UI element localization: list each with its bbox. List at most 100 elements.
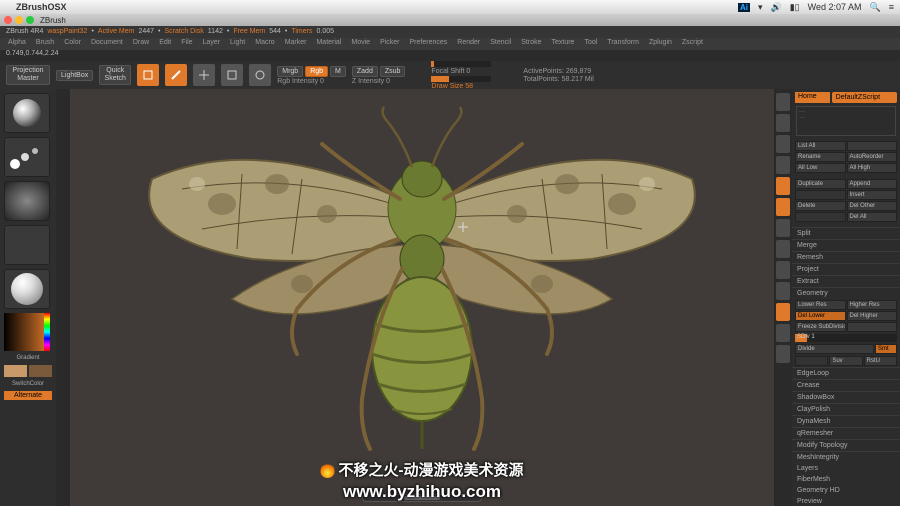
- geoop-claypolish[interactable]: ClayPolish: [792, 403, 900, 415]
- spotlight-icon[interactable]: 🔍: [870, 2, 881, 13]
- menu-movie[interactable]: Movie: [351, 39, 370, 49]
- shelf-polyf-icon[interactable]: [776, 324, 790, 342]
- menu-stencil[interactable]: Stencil: [490, 39, 511, 49]
- section-fibermesh[interactable]: FiberMesh: [792, 474, 900, 485]
- shelf-transp-icon[interactable]: [776, 345, 790, 363]
- menu-draw[interactable]: Draw: [133, 39, 149, 49]
- volume-icon[interactable]: 🔊: [771, 2, 782, 13]
- geoop-dynamesh[interactable]: DynaMesh: [792, 415, 900, 427]
- geo-del-higher[interactable]: Del Higher: [847, 311, 898, 321]
- rotate-mode-icon[interactable]: [249, 64, 271, 86]
- section-preview[interactable]: Preview: [792, 496, 900, 506]
- projection-master-button[interactable]: Projection Master: [6, 65, 50, 85]
- menu-extra-icon[interactable]: ≡: [889, 2, 894, 12]
- zsub-button[interactable]: Zsub: [380, 66, 406, 77]
- zscript-header[interactable]: DefaultZScript: [832, 92, 897, 103]
- menu-layer[interactable]: Layer: [203, 39, 221, 49]
- geo-lower-res[interactable]: Lower Res: [795, 300, 846, 310]
- dup-duplicate[interactable]: Duplicate: [795, 179, 846, 189]
- color-picker[interactable]: [4, 313, 50, 351]
- menu-color[interactable]: Color: [64, 39, 81, 49]
- shelf-persp-icon[interactable]: [776, 114, 790, 132]
- subtool-autoreorder[interactable]: AutoReorder: [847, 152, 898, 162]
- geometry-header[interactable]: Geometry: [792, 287, 900, 299]
- scale-mode-icon[interactable]: [221, 64, 243, 86]
- texture-thumbnail[interactable]: [4, 225, 50, 265]
- smt-button[interactable]: Smt: [875, 344, 897, 354]
- shelf-bpr-icon[interactable]: [776, 93, 790, 111]
- menu-zscript[interactable]: Zscript: [682, 39, 703, 49]
- edit-mode-icon[interactable]: [137, 64, 159, 86]
- shelf-frame-icon[interactable]: [776, 177, 790, 195]
- subtool-rename[interactable]: Rename: [795, 152, 846, 162]
- menu-render[interactable]: Render: [457, 39, 480, 49]
- geoop-shadowbox[interactable]: ShadowBox: [792, 391, 900, 403]
- canvas-viewport[interactable]: 不移之火-动漫游戏美术资源 www.byzhihuo.com: [70, 89, 774, 506]
- menu-picker[interactable]: Picker: [380, 39, 399, 49]
- sdiv-slider[interactable]: SDiv 1: [795, 334, 897, 342]
- rgb-intensity-slider[interactable]: Rgb Intensity 0: [277, 78, 346, 85]
- dup-del-all[interactable]: Del All: [847, 212, 898, 222]
- battery-icon[interactable]: ▮▯: [790, 2, 800, 13]
- geoop-qremesher[interactable]: qRemesher: [792, 427, 900, 439]
- geo-del-lower[interactable]: Del Lower: [795, 311, 846, 321]
- op-extract[interactable]: Extract: [792, 275, 900, 287]
- minimize-icon[interactable]: [15, 16, 23, 24]
- menu-texture[interactable]: Texture: [551, 39, 574, 49]
- shelf-xpose-icon[interactable]: [776, 198, 790, 216]
- geoop-meshintegrity[interactable]: MeshIntegrity: [792, 451, 900, 463]
- shelf-scale-icon[interactable]: [776, 240, 790, 258]
- subtool-all-high[interactable]: All High: [847, 163, 898, 173]
- alpha-thumbnail[interactable]: [4, 181, 50, 221]
- geoop-crease[interactable]: Crease: [792, 379, 900, 391]
- dup-delete[interactable]: Delete: [795, 201, 846, 211]
- subtool-list-all[interactable]: List All: [795, 141, 846, 151]
- geoop-edgeloop[interactable]: EdgeLoop: [792, 367, 900, 379]
- menu-transform[interactable]: Transform: [607, 39, 639, 49]
- stroke-thumbnail[interactable]: [4, 137, 50, 177]
- menu-material[interactable]: Material: [316, 39, 341, 49]
- ps-app-icon[interactable]: Ai: [738, 3, 750, 12]
- dup-insert[interactable]: Insert: [847, 190, 898, 200]
- draw-size-slider[interactable]: [431, 76, 491, 82]
- shelf-zoom-icon[interactable]: [776, 282, 790, 300]
- dup-append[interactable]: Append: [847, 179, 898, 189]
- draw-mode-icon[interactable]: [165, 64, 187, 86]
- shelf-solo-icon[interactable]: [776, 303, 790, 321]
- rstu-button[interactable]: RstU: [864, 356, 897, 366]
- menu-light[interactable]: Light: [230, 39, 245, 49]
- rgb-button[interactable]: Rgb: [305, 66, 328, 77]
- geo-freeze-subdivision-levels[interactable]: Freeze SubDivision Levels: [795, 322, 846, 332]
- shelf-floor-icon[interactable]: [776, 135, 790, 153]
- mac-app-name[interactable]: ZBrushOSX: [16, 2, 67, 12]
- menu-document[interactable]: Document: [91, 39, 123, 49]
- close-icon[interactable]: [4, 16, 12, 24]
- brush-thumbnail[interactable]: [4, 93, 50, 133]
- left-divider[interactable]: [56, 89, 70, 506]
- canvas-scrollbar[interactable]: [362, 494, 482, 502]
- menu-alpha[interactable]: Alpha: [8, 39, 26, 49]
- focal-shift-slider[interactable]: [431, 61, 491, 67]
- section-geometry-hd[interactable]: Geometry HD: [792, 485, 900, 496]
- mrgb-button[interactable]: Mrgb: [277, 66, 303, 77]
- gradient-label[interactable]: Gradient: [4, 355, 52, 361]
- history-home-button[interactable]: Home: [795, 92, 830, 103]
- op-merge[interactable]: Merge: [792, 239, 900, 251]
- wifi-icon[interactable]: ▾: [758, 2, 763, 13]
- suv-button[interactable]: Suv: [829, 356, 862, 366]
- z-intensity-slider[interactable]: Z Intensity 0: [352, 78, 406, 85]
- m-button[interactable]: M: [330, 66, 346, 77]
- subtool-all-low[interactable]: All Low: [795, 163, 846, 173]
- shelf-move-icon[interactable]: [776, 219, 790, 237]
- menu-preferences[interactable]: Preferences: [410, 39, 448, 49]
- zoom-icon[interactable]: [26, 16, 34, 24]
- quicksketch-button[interactable]: Quick Sketch: [99, 65, 131, 85]
- op-remesh[interactable]: Remesh: [792, 251, 900, 263]
- alternate-button[interactable]: Alternate: [4, 391, 52, 400]
- geoop-modify-topology[interactable]: Modify Topology: [792, 439, 900, 451]
- move-mode-icon[interactable]: [193, 64, 215, 86]
- shelf-local-icon[interactable]: [776, 156, 790, 174]
- zadd-button[interactable]: Zadd: [352, 66, 378, 77]
- menu-edit[interactable]: Edit: [159, 39, 171, 49]
- op-project[interactable]: Project: [792, 263, 900, 275]
